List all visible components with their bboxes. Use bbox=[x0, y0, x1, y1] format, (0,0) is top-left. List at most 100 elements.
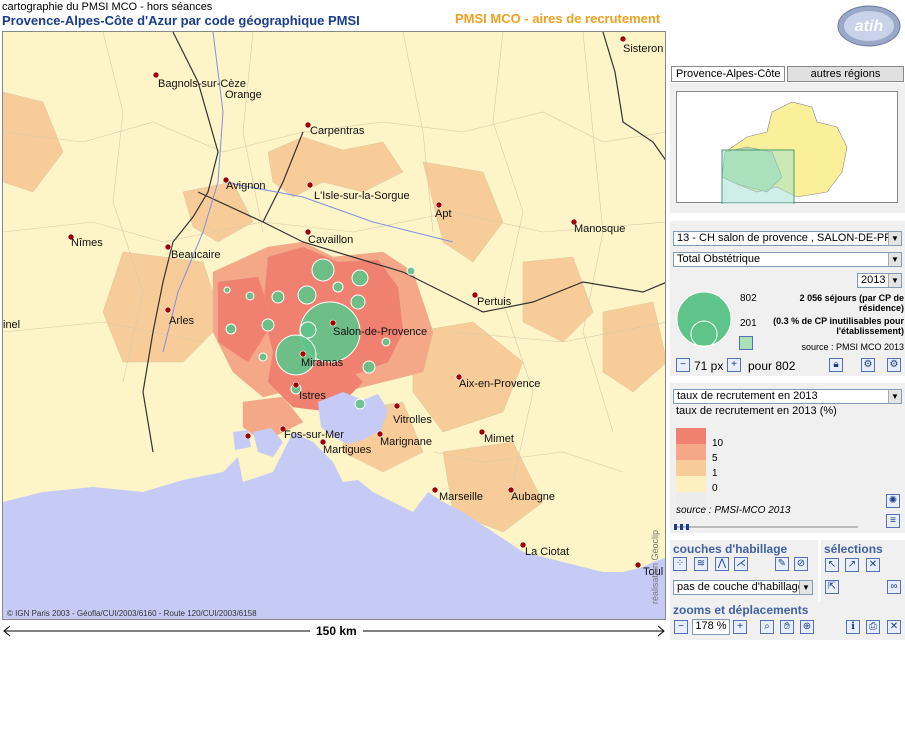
overview-panel bbox=[670, 83, 905, 214]
relief-layer-icon[interactable]: ⋀ bbox=[715, 557, 729, 571]
minus-icon[interactable]: − bbox=[676, 358, 690, 372]
legend-swatch bbox=[676, 460, 706, 476]
page-title: Provence-Alpes-Côte d'Azur par code géog… bbox=[2, 13, 360, 28]
chevron-down-icon: ▼ bbox=[799, 581, 812, 594]
layer-select[interactable]: pas de couche d'habillage ▼ bbox=[673, 580, 813, 595]
select-pointer-icon[interactable]: ↖ bbox=[825, 558, 839, 572]
indicator-caption: taux de recrutement en 2013 (%) bbox=[676, 405, 837, 417]
center-map-icon[interactable]: ⊕ bbox=[800, 620, 814, 634]
establishment-source: source : PMSI MCO 2013 bbox=[801, 342, 904, 352]
city-label: Istres bbox=[299, 390, 326, 402]
city-label: inel bbox=[3, 319, 21, 331]
waves-layer-icon[interactable]: ≋ bbox=[694, 557, 708, 571]
city-label: Apt bbox=[435, 208, 452, 220]
zoom-level[interactable]: 178 % bbox=[692, 619, 730, 635]
circle-size-legend bbox=[675, 291, 735, 349]
circle-px-value: 71 px bbox=[694, 359, 724, 373]
export-selection-icon[interactable]: ⇱ bbox=[825, 580, 839, 594]
city-label: Miramas bbox=[301, 357, 344, 369]
establishment-select-value: 13 - CH salon de provence , SALON-DE-PRO bbox=[677, 232, 901, 244]
header-subtitle: cartographie du PMSI MCO - hors séances bbox=[2, 1, 213, 13]
legend-swatch bbox=[676, 476, 706, 492]
plus-icon[interactable]: + bbox=[727, 358, 741, 372]
lock-icon[interactable]: 🔒︎ bbox=[829, 358, 843, 372]
tab-other-regions[interactable]: autres régions bbox=[787, 66, 904, 82]
city-label: Vitrolles bbox=[393, 414, 432, 426]
map-canvas[interactable]: Bagnols-sur-Cèze Orange Carpentras Avign… bbox=[2, 31, 666, 620]
overview-map[interactable] bbox=[676, 91, 898, 214]
chevron-down-icon: ▼ bbox=[888, 232, 901, 245]
city-label: Martigues bbox=[323, 444, 372, 456]
select-area-icon[interactable]: ↗ bbox=[845, 558, 859, 572]
histogram-icon[interactable]: ≡ bbox=[886, 514, 900, 528]
legend-label: 5 bbox=[712, 453, 718, 464]
print-icon[interactable]: ⎙ bbox=[866, 620, 880, 634]
city-label: Orange bbox=[225, 89, 262, 101]
stays-count: 2 056 séjours (par CP de résidence) bbox=[799, 293, 904, 313]
city-label: Mimet bbox=[484, 433, 514, 445]
legend-swatch bbox=[676, 444, 706, 460]
city-label: Cavaillon bbox=[308, 234, 354, 246]
magnifier-icon[interactable]: ⌕ bbox=[760, 620, 774, 634]
chevron-down-icon: ▼ bbox=[888, 274, 901, 287]
city-label: Sisteron bbox=[623, 43, 664, 55]
info-icon[interactable]: ℹ bbox=[846, 620, 860, 634]
tab-region[interactable]: Provence-Alpes-Côte d bbox=[671, 66, 785, 82]
circle-mid-value: 201 bbox=[740, 318, 757, 329]
palette-icon[interactable]: ✺ bbox=[886, 494, 900, 508]
roads-layer-icon[interactable]: ⋌ bbox=[734, 557, 748, 571]
city-label: Marseille bbox=[439, 491, 484, 503]
atih-logo[interactable]: atih bbox=[836, 4, 902, 48]
legend-label: 0 bbox=[712, 483, 718, 494]
indicator-source: source : PMSI-MCO 2013 bbox=[676, 505, 791, 516]
settings-icon[interactable]: ⚙ bbox=[861, 358, 875, 372]
city-label: Beaucaire bbox=[171, 249, 221, 261]
unusable-note: (0.3 % de CP inutilisables pour l'établi… bbox=[773, 316, 904, 336]
city-label: Pertuis bbox=[477, 296, 512, 308]
close-icon[interactable]: ✕ bbox=[887, 620, 901, 634]
indicator-select-value: taux de recrutement en 2013 bbox=[677, 390, 818, 402]
city-label: La Ciotat bbox=[525, 546, 570, 558]
zoom-in-icon[interactable]: + bbox=[733, 620, 747, 634]
legend-label: 1 bbox=[712, 468, 718, 479]
legend-label: 10 bbox=[712, 438, 724, 449]
city-label: Arles bbox=[169, 315, 195, 327]
clear-selection-icon[interactable]: ✕ bbox=[866, 558, 880, 572]
indicator-select[interactable]: taux de recrutement en 2013 ▼ bbox=[673, 389, 902, 404]
chevron-down-icon: ▼ bbox=[888, 390, 901, 403]
points-layer-icon[interactable]: ⁘ bbox=[673, 557, 687, 571]
activity-select[interactable]: Total Obstétrique ▼ bbox=[673, 252, 902, 267]
pan-hand-icon[interactable]: ✋︎ bbox=[780, 620, 794, 634]
comment-icon[interactable]: ✎ bbox=[775, 557, 789, 571]
circle-pour-value: pour 802 bbox=[748, 359, 796, 373]
city-label: L'Isle-sur-la-Sorgue bbox=[314, 190, 410, 202]
circle-color-icon[interactable] bbox=[739, 336, 753, 350]
city-label: Carpentras bbox=[310, 125, 365, 137]
activity-select-value: Total Obstétrique bbox=[677, 253, 761, 265]
city-label: Marignane bbox=[380, 436, 432, 448]
city-label: Aubagne bbox=[511, 491, 556, 503]
link-icon[interactable]: ⊘ bbox=[794, 557, 808, 571]
city-label: Nîmes bbox=[71, 237, 103, 249]
city-label: Avignon bbox=[226, 180, 266, 192]
legend-swatch bbox=[676, 428, 706, 444]
year-select[interactable]: 2013 ▼ bbox=[857, 273, 902, 288]
year-select-value: 2013 bbox=[861, 274, 886, 286]
city-label: Aix-en-Provence bbox=[459, 378, 541, 390]
city-label: Fos-sur-Mer bbox=[284, 429, 344, 441]
settings-alt-icon[interactable]: ⚙ bbox=[887, 358, 901, 372]
scale-label: 150 km bbox=[310, 624, 363, 638]
class-slider[interactable] bbox=[674, 521, 860, 530]
layer-select-value: pas de couche d'habillage bbox=[677, 581, 804, 593]
svg-text:atih: atih bbox=[855, 18, 884, 35]
map-theme-title: PMSI MCO - aires de recrutement bbox=[455, 11, 661, 26]
map-copyright: © IGN Paris 2003 - Géofla/CUI/2003/6160 … bbox=[7, 609, 257, 618]
establishment-select[interactable]: 13 - CH salon de provence , SALON-DE-PRO… bbox=[673, 231, 902, 246]
binoculars-icon[interactable]: ∞ bbox=[887, 580, 901, 594]
city-label: Salon-de-Provence bbox=[333, 326, 428, 338]
circle-max-value: 802 bbox=[740, 293, 757, 304]
map-credit-vertical: réalisation Géoclip bbox=[650, 529, 660, 604]
zoom-out-icon[interactable]: − bbox=[674, 620, 688, 634]
chevron-down-icon: ▼ bbox=[888, 253, 901, 266]
zoom-title: zooms et déplacements bbox=[673, 603, 809, 617]
